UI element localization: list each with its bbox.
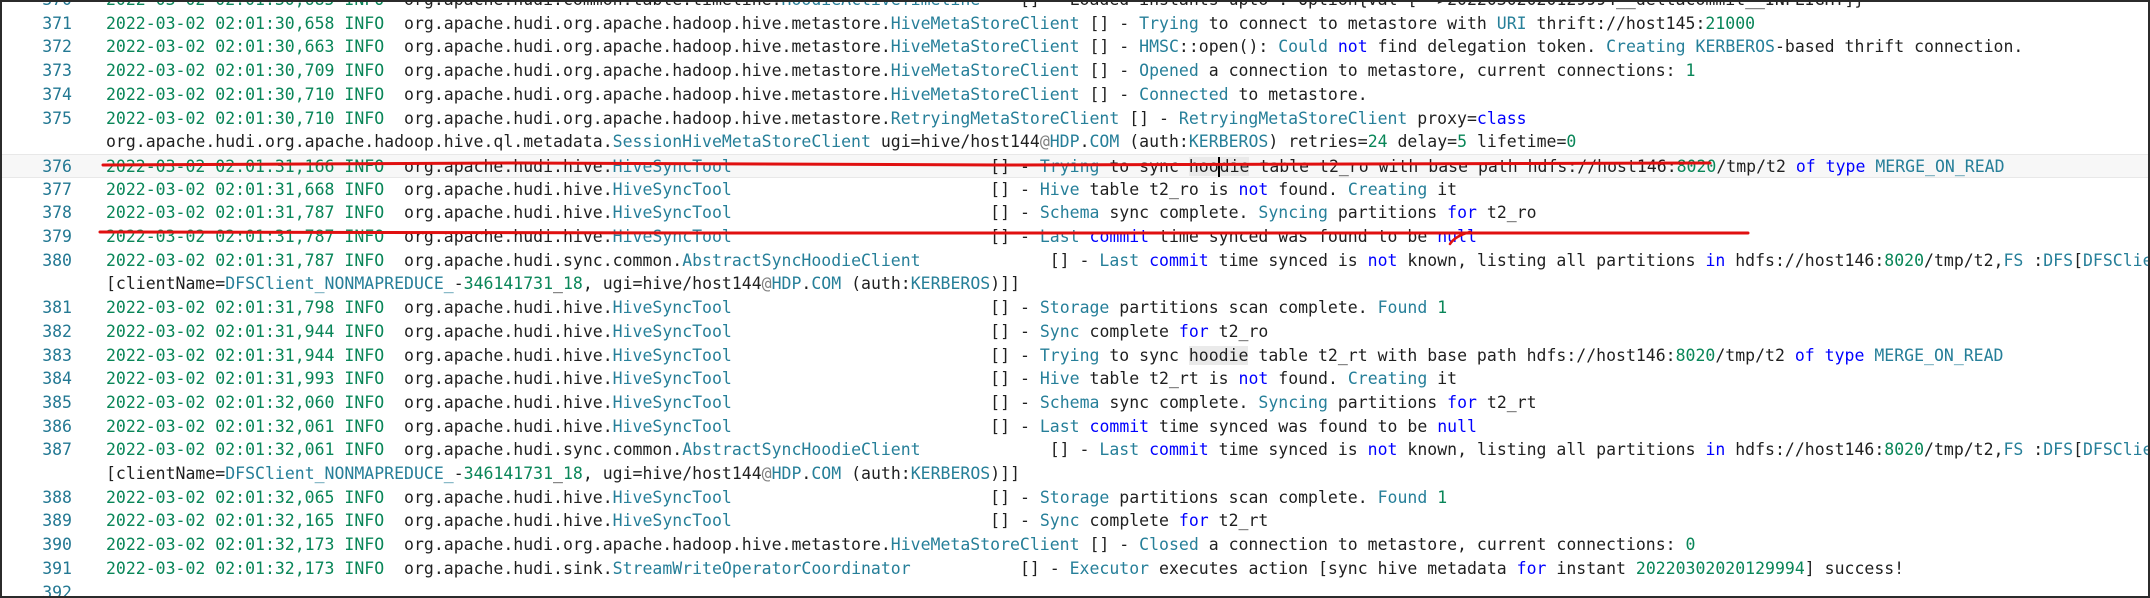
red-underline-2: [98, 230, 1750, 235]
red-underline-1: [101, 161, 1712, 167]
log-editor[interactable]: 3702022-03-02 02:01:30,685 INFO org.apac…: [0, 0, 2150, 598]
annotation-overlay: [98, 161, 1750, 246]
